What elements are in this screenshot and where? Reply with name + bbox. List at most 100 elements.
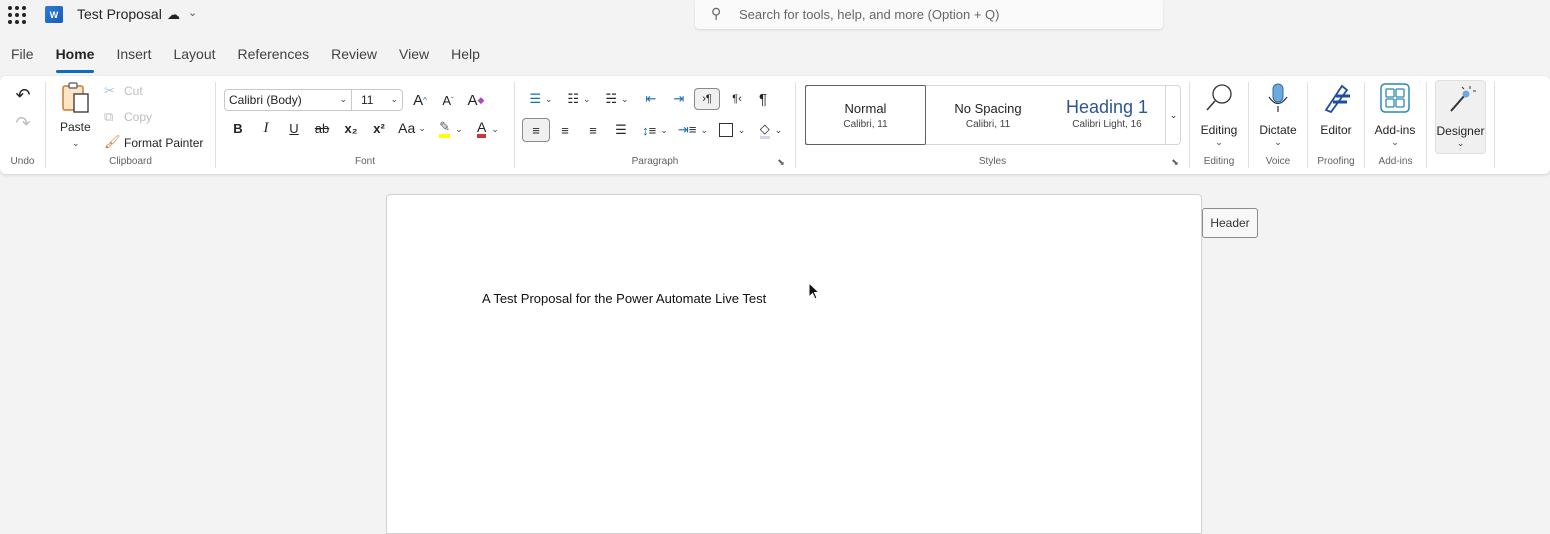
- editing-label: Editing: [1200, 123, 1238, 137]
- change-case-button[interactable]: Aa ⌄: [398, 118, 426, 138]
- document-title[interactable]: Test Proposal: [77, 6, 162, 22]
- ltr-direction-icon[interactable]: ›¶: [694, 88, 720, 110]
- cloud-saved-icon[interactable]: ☁: [167, 7, 180, 23]
- dialog-launcher-icon[interactable]: ⬊: [1169, 156, 1181, 168]
- tab-review[interactable]: Review: [320, 40, 388, 70]
- addins-button[interactable]: Add-ins ⌄: [1367, 80, 1423, 152]
- multilevel-list-icon: ☵: [605, 91, 618, 106]
- justify-icon[interactable]: ☰: [611, 119, 631, 141]
- styles-more-chevron-icon[interactable]: ⌄: [1165, 86, 1181, 144]
- line-spacing-button[interactable]: ↕≡ ⌄: [639, 119, 671, 141]
- tab-view[interactable]: View: [388, 40, 440, 70]
- document-body-text[interactable]: A Test Proposal for the Power Automate L…: [482, 291, 766, 306]
- superscript-button[interactable]: x²: [370, 118, 388, 138]
- format-painter-label: Format Painter: [124, 136, 204, 150]
- editing-group: Editing ⌄ Editing: [1190, 76, 1248, 174]
- document-canvas: A Test Proposal for the Power Automate L…: [0, 174, 1550, 534]
- chevron-down-icon: ⌄: [491, 123, 499, 134]
- copy-label: Copy: [124, 110, 153, 124]
- paint-bucket-icon: ◇: [759, 121, 770, 139]
- bold-button[interactable]: B: [230, 118, 246, 138]
- dialog-launcher-icon[interactable]: ⬊: [775, 156, 787, 168]
- word-logo-icon: W: [45, 6, 63, 23]
- show-formatting-marks-icon[interactable]: ¶: [753, 89, 773, 109]
- grow-font-icon[interactable]: A ^: [410, 90, 430, 110]
- voice-group: Dictate ⌄ Voice: [1249, 76, 1307, 174]
- cut-label: Cut: [124, 84, 143, 98]
- style-font: Calibri Light, 16: [1072, 119, 1142, 130]
- undo-icon[interactable]: ↶: [12, 84, 34, 106]
- chevron-down-icon: ⌄: [700, 124, 709, 135]
- multilevel-list-button[interactable]: ☵ ⌄: [601, 89, 633, 109]
- search-placeholder: Search for tools, help, and more (Option…: [739, 7, 1000, 22]
- chevron-down-icon: ⌄: [545, 93, 553, 104]
- increase-indent-icon[interactable]: ⇥: [669, 89, 689, 109]
- font-group-label: Font: [354, 156, 375, 167]
- addins-group: Add-ins ⌄ Add-ins: [1365, 76, 1426, 174]
- document-page[interactable]: A Test Proposal for the Power Automate L…: [386, 194, 1202, 534]
- bullets-icon: ☰: [529, 91, 542, 106]
- chevron-down-icon: ⌄: [455, 123, 463, 134]
- font-name-value: Calibri (Body): [229, 93, 302, 107]
- undo-group: ↶ ↷ Undo: [0, 76, 45, 174]
- chevron-down-icon: ⌄: [660, 124, 668, 135]
- italic-button[interactable]: I: [258, 118, 274, 138]
- tab-file[interactable]: File: [0, 40, 45, 70]
- chevron-down-icon: ⌄: [1215, 137, 1223, 147]
- app-launcher-icon[interactable]: [8, 6, 26, 24]
- font-color-icon: A: [477, 120, 487, 138]
- chevron-down-icon: ⌄: [1456, 138, 1465, 148]
- font-name-dropdown[interactable]: Calibri (Body) ⌄: [224, 89, 352, 111]
- numbering-button[interactable]: ☷ ⌄: [563, 89, 595, 109]
- tab-layout[interactable]: Layout: [162, 40, 226, 70]
- editing-button[interactable]: Editing ⌄: [1191, 80, 1247, 152]
- chevron-down-icon: ⌄: [390, 94, 398, 104]
- align-left-icon[interactable]: ≡: [522, 118, 550, 142]
- tab-insert[interactable]: Insert: [105, 40, 162, 70]
- designer-wand-icon: [1449, 86, 1476, 112]
- align-center-icon[interactable]: ≡: [555, 119, 575, 141]
- tab-references[interactable]: References: [227, 40, 321, 70]
- clear-formatting-icon[interactable]: A ◆: [466, 90, 486, 110]
- paragraph-group: ☰ ⌄ ☷ ⌄ ☵ ⌄ ⇤ ⇥ ›¶ ¶‹ ¶ ≡ ≡ ≡ ☰ ↕≡ ⌄ ⇥≡ ⌄ ⌄ ◇…: [515, 76, 795, 174]
- underline-button[interactable]: U: [286, 118, 302, 138]
- highlight-color-button[interactable]: ✎ ⌄: [436, 118, 466, 140]
- clipboard-group-label: Clipboard: [109, 156, 152, 167]
- font-size-value: 11: [361, 93, 374, 107]
- designer-button[interactable]: Designer ⌄: [1435, 80, 1486, 154]
- tab-home[interactable]: Home: [45, 40, 106, 73]
- clipboard-group: Paste ⌄ ✂ Cut ⧉ Copy 🖌 Format Painter Cl…: [46, 76, 215, 174]
- tab-help[interactable]: Help: [440, 40, 491, 70]
- shrink-font-icon[interactable]: Aˇ: [438, 90, 458, 110]
- strikethrough-button[interactable]: ab: [312, 118, 332, 138]
- paste-button[interactable]: Paste ⌄: [60, 82, 92, 148]
- rtl-direction-icon[interactable]: ¶‹: [727, 89, 747, 109]
- paragraph-indent-button[interactable]: ⇥≡ ⌄: [677, 119, 709, 141]
- shading-button[interactable]: ◇ ⌄: [755, 119, 787, 141]
- subscript-button[interactable]: x₂: [342, 118, 360, 138]
- chevron-down-icon[interactable]: ⌄: [188, 6, 197, 19]
- header-tag[interactable]: Header: [1202, 208, 1258, 238]
- chevron-down-icon: ⌄: [1274, 137, 1282, 147]
- borders-button[interactable]: ⌄: [716, 119, 748, 141]
- font-color-button[interactable]: A ⌄: [473, 118, 503, 140]
- align-right-icon[interactable]: ≡: [583, 119, 603, 141]
- font-size-dropdown[interactable]: 11 ⌄: [351, 89, 403, 111]
- mouse-pointer-icon: [808, 282, 820, 300]
- decrease-indent-icon[interactable]: ⇤: [641, 89, 661, 109]
- chevron-down-icon: ⌄: [418, 122, 426, 133]
- indent-icon: ⇥≡: [677, 122, 697, 137]
- styles-gallery: Normal Calibri, 11 No Spacing Calibri, 1…: [805, 85, 1181, 145]
- numbered-list-icon: ☷: [567, 91, 580, 106]
- undo-group-label: Undo: [10, 156, 35, 167]
- editor-button[interactable]: Editor: [1308, 80, 1364, 152]
- divider: [1426, 82, 1427, 168]
- style-heading-1[interactable]: Heading 1 Calibri Light, 16: [1049, 86, 1165, 144]
- bullets-button[interactable]: ☰ ⌄: [525, 89, 557, 109]
- dictate-button[interactable]: Dictate ⌄: [1250, 80, 1306, 152]
- redo-icon[interactable]: ↷: [12, 112, 34, 134]
- proofing-group-label: Proofing: [1317, 156, 1355, 167]
- search-box[interactable]: ⚲ Search for tools, help, and more (Opti…: [695, 0, 1163, 29]
- style-no-spacing[interactable]: No Spacing Calibri, 11: [927, 86, 1049, 144]
- style-normal[interactable]: Normal Calibri, 11: [805, 85, 926, 145]
